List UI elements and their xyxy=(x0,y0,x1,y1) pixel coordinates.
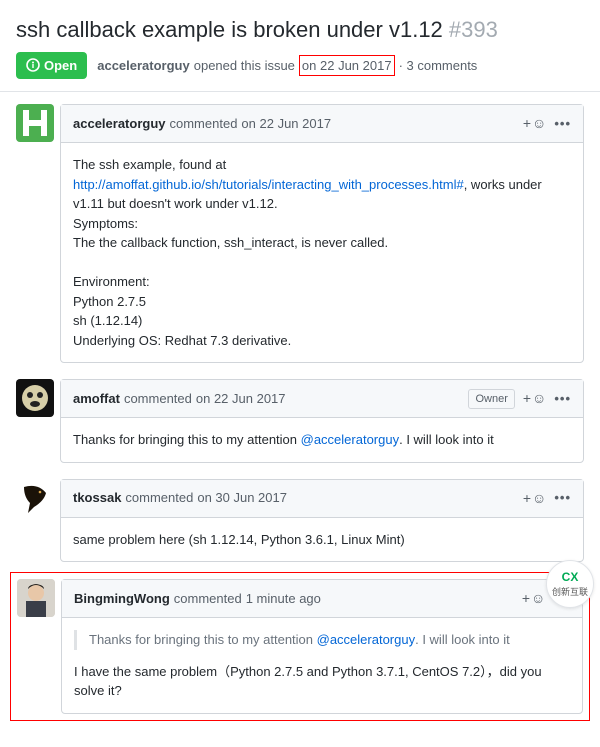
comment-header: acceleratorguy commented on 22 Jun 2017 … xyxy=(61,105,583,143)
avatar[interactable] xyxy=(17,579,55,617)
comment-actions-menu[interactable]: ••• xyxy=(554,389,571,409)
body-line: Symptoms: xyxy=(73,216,138,231)
comment-body: same problem here (sh 1.12.14, Python 3.… xyxy=(61,518,583,562)
comment-actions-menu[interactable]: ••• xyxy=(554,488,571,508)
smiley-icon: ☺ xyxy=(532,488,546,509)
comment-time[interactable]: 1 minute ago xyxy=(246,589,321,609)
body-line: Environment: xyxy=(73,274,150,289)
body-text: Thanks for bringing this to my attention xyxy=(73,432,301,447)
avatar[interactable] xyxy=(16,104,54,142)
issue-comments-count: · 3 comments xyxy=(399,56,478,76)
quote-text: Thanks for bringing this to my attention xyxy=(89,632,317,647)
comment-header: amoffat commented on 22 Jun 2017 Owner +… xyxy=(61,380,583,418)
timeline-item: BingmingWong commented 1 minute ago +☺ •… xyxy=(17,579,583,714)
comment-author-link[interactable]: acceleratorguy xyxy=(73,114,166,134)
comment-header: tkossak commented on 30 Jun 2017 +☺ ••• xyxy=(61,480,583,518)
comment-commented-text: commented xyxy=(125,488,193,508)
avatar-col xyxy=(16,104,60,363)
watermark-badge: CX 创新互联 xyxy=(546,560,594,608)
comment-commented-text: commented xyxy=(124,389,192,409)
watermark-top: CX xyxy=(562,568,579,586)
body-text: I have the same problem（Python 2.7.5 and… xyxy=(74,664,542,699)
body-line: sh (1.12.14) xyxy=(73,313,142,328)
add-reaction-button[interactable]: +☺ xyxy=(523,113,546,134)
avatar-col xyxy=(16,479,60,563)
comment-box: acceleratorguy commented on 22 Jun 2017 … xyxy=(60,104,584,363)
comment-author-link[interactable]: tkossak xyxy=(73,488,121,508)
timeline-item: tkossak commented on 30 Jun 2017 +☺ ••• … xyxy=(16,479,584,563)
avatar-col xyxy=(16,379,60,463)
add-reaction-button[interactable]: +☺ xyxy=(522,588,545,609)
comment-time[interactable]: on 30 Jun 2017 xyxy=(197,488,287,508)
quote-text: . I will look into it xyxy=(415,632,510,647)
timeline: acceleratorguy commented on 22 Jun 2017 … xyxy=(0,92,600,747)
comment-actions-menu[interactable]: ••• xyxy=(554,114,571,134)
watermark-bottom: 创新互联 xyxy=(552,586,588,600)
issue-header: ssh callback example is broken under v1.… xyxy=(0,0,600,92)
comment-body: Thanks for bringing this to my attention… xyxy=(61,418,583,462)
body-text: same problem here (sh 1.12.14, Python 3.… xyxy=(73,532,405,547)
comment-header: BingmingWong commented 1 minute ago +☺ •… xyxy=(62,580,582,618)
body-line: The the callback function, ssh_interact,… xyxy=(73,235,388,250)
smiley-icon: ☺ xyxy=(532,388,546,409)
comment-box: BingmingWong commented 1 minute ago +☺ •… xyxy=(61,579,583,714)
smiley-icon: ☺ xyxy=(532,113,546,134)
issue-opened-text: opened this issue xyxy=(194,56,295,76)
state-label: Open xyxy=(44,56,77,76)
user-mention[interactable]: @acceleratorguy xyxy=(317,632,415,647)
comment-author-link[interactable]: BingmingWong xyxy=(74,589,170,609)
timeline-item: acceleratorguy commented on 22 Jun 2017 … xyxy=(16,104,584,363)
comment-body: The ssh example, found at http://amoffat… xyxy=(61,143,583,362)
body-line: Python 2.7.5 xyxy=(73,294,146,309)
comment-time[interactable]: on 22 Jun 2017 xyxy=(196,389,286,409)
comment-commented-text: commented xyxy=(174,589,242,609)
smiley-icon: ☺ xyxy=(531,588,545,609)
avatar[interactable] xyxy=(16,379,54,417)
issue-open-icon xyxy=(26,58,40,72)
comment-box: amoffat commented on 22 Jun 2017 Owner +… xyxy=(60,379,584,463)
comment-body: Thanks for bringing this to my attention… xyxy=(62,618,582,713)
issue-date-highlight: on 22 Jun 2017 xyxy=(299,55,395,77)
quote-block: Thanks for bringing this to my attention… xyxy=(74,630,570,650)
user-mention[interactable]: @acceleratorguy xyxy=(301,432,399,447)
issue-number: #393 xyxy=(449,17,498,42)
body-line: Underlying OS: Redhat 7.3 derivative. xyxy=(73,333,291,348)
comment-author-link[interactable]: amoffat xyxy=(73,389,120,409)
avatar[interactable] xyxy=(16,479,54,517)
state-badge-open: Open xyxy=(16,52,87,80)
body-text: . I will look into it xyxy=(399,432,494,447)
comment-box: tkossak commented on 30 Jun 2017 +☺ ••• … xyxy=(60,479,584,563)
issue-title: ssh callback example is broken under v1.… xyxy=(16,17,443,42)
add-reaction-button[interactable]: +☺ xyxy=(523,388,546,409)
add-reaction-button[interactable]: +☺ xyxy=(523,488,546,509)
body-text: The ssh example, found at xyxy=(73,157,226,172)
highlighted-comment-wrapper: BingmingWong commented 1 minute ago +☺ •… xyxy=(10,572,590,721)
avatar-col xyxy=(17,579,61,714)
issue-title-row: ssh callback example is broken under v1.… xyxy=(16,16,584,44)
body-link[interactable]: http://amoffat.github.io/sh/tutorials/in… xyxy=(73,177,464,192)
issue-meta-row: Open acceleratorguy opened this issue on… xyxy=(16,52,584,80)
issue-date: on 22 Jun 2017 xyxy=(302,58,392,73)
comment-time[interactable]: on 22 Jun 2017 xyxy=(241,114,331,134)
timeline-item: amoffat commented on 22 Jun 2017 Owner +… xyxy=(16,379,584,463)
issue-author-link[interactable]: acceleratorguy xyxy=(97,56,190,76)
comment-commented-text: commented xyxy=(170,114,238,134)
owner-badge: Owner xyxy=(468,389,514,409)
